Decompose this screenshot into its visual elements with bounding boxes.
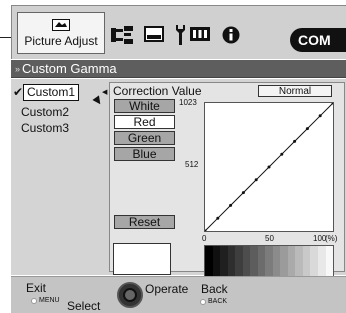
gradient-step <box>310 246 318 276</box>
correction-value-heading: Correction Value <box>113 84 202 98</box>
brand-logo: COM <box>290 28 346 52</box>
gamma-curve-svg <box>203 101 335 233</box>
grayscale-gradient-bar <box>204 245 334 277</box>
gamma-point[interactable] <box>305 127 309 131</box>
custom-gamma-list: ✔ Custom1 ◀ Custom2 Custom3 <box>11 79 109 275</box>
pointer-arrow-icon: ◀ <box>102 89 108 96</box>
white-button[interactable]: White <box>114 99 175 113</box>
gamma-point[interactable] <box>216 216 220 220</box>
main-area: ✔ Custom1 ◀ Custom2 Custom3 Correction V… <box>11 79 346 277</box>
menu-title-bar: » Custom Gamma <box>11 60 346 78</box>
gradient-step <box>280 246 288 276</box>
information-icon <box>222 26 240 44</box>
footer-operate-label: Operate <box>145 282 189 296</box>
gradient-step <box>250 246 258 276</box>
gradient-step <box>205 246 213 276</box>
tab-information[interactable] <box>220 24 242 46</box>
setup-wrench-icon <box>176 25 185 45</box>
footer-menu-key-label: MENU <box>39 297 60 304</box>
color-preview-box <box>113 243 171 275</box>
gradient-step <box>317 246 326 276</box>
x-tick-label-50: 50 <box>265 234 274 243</box>
gradient-step <box>287 246 296 276</box>
gamma-curve-chart[interactable] <box>203 101 335 233</box>
gamma-point[interactable] <box>241 191 245 195</box>
picture-adjust-icon <box>52 18 70 31</box>
gradient-step <box>265 246 273 276</box>
gamma-point[interactable] <box>254 178 258 182</box>
tab-connections[interactable] <box>111 24 133 46</box>
gradient-step <box>295 246 303 276</box>
back-key-icon <box>200 298 206 305</box>
list-item-custom3[interactable]: Custom3 <box>21 121 69 135</box>
gradient-step <box>325 246 334 276</box>
correction-panel: Correction Value Normal White Red Green … <box>109 82 345 277</box>
tab-picture-adjust[interactable]: Picture Adjust <box>17 12 105 54</box>
gradient-step <box>242 246 251 276</box>
footer-back-key: BACK <box>200 298 227 305</box>
gamma-point[interactable] <box>229 203 233 207</box>
gradient-step <box>272 246 281 276</box>
gamma-point[interactable] <box>280 152 284 156</box>
footer-select-label: Select <box>67 299 101 313</box>
green-button[interactable]: Green <box>114 131 175 145</box>
function-icon <box>190 27 210 41</box>
checkmark-icon: ✔ <box>13 85 24 99</box>
gradient-step <box>302 246 311 276</box>
y-tick-label-mid: 512 <box>185 160 199 169</box>
x-tick-label-0: 0 <box>202 234 207 243</box>
list-item-custom1[interactable]: Custom1 <box>23 84 80 101</box>
connections-icon <box>111 26 133 44</box>
tab-picture-adjust-label: Picture Adjust <box>24 33 98 48</box>
jog-dial-icon <box>117 282 143 308</box>
tab-display[interactable] <box>143 24 165 46</box>
gradient-step <box>220 246 228 276</box>
tab-setup[interactable] <box>169 24 191 46</box>
list-item-custom2[interactable]: Custom2 <box>21 105 69 119</box>
y-tick-label-top: 1023 <box>179 98 197 107</box>
menu-title: Custom Gamma <box>22 61 117 76</box>
menu-key-icon <box>31 297 37 304</box>
blue-button[interactable]: Blue <box>114 147 175 161</box>
display-icon <box>144 26 164 42</box>
gradient-step <box>227 246 236 276</box>
footer-back-label: Back <box>201 282 228 296</box>
gradient-step <box>235 246 243 276</box>
tab-function[interactable] <box>189 24 211 46</box>
footer-exit-label: Exit <box>26 281 47 295</box>
footer-menu-key: MENU <box>31 297 60 304</box>
gamma-point[interactable] <box>318 114 322 118</box>
gradient-step <box>257 246 266 276</box>
footer-back-key-label: BACK <box>208 298 228 305</box>
x-unit-label: (%) <box>325 234 338 243</box>
gamma-point[interactable] <box>267 165 271 169</box>
mode-normal-field[interactable]: Normal <box>258 85 332 97</box>
footer-bar: Exit MENU Select Operate Back BACK <box>11 276 346 313</box>
mouse-cursor-icon <box>92 95 104 107</box>
breadcrumb-chevron-icon: » <box>15 63 21 74</box>
gamma-point[interactable] <box>293 139 297 143</box>
reset-button[interactable]: Reset <box>114 215 175 229</box>
red-button[interactable]: Red <box>114 115 175 129</box>
gradient-step <box>212 246 221 276</box>
